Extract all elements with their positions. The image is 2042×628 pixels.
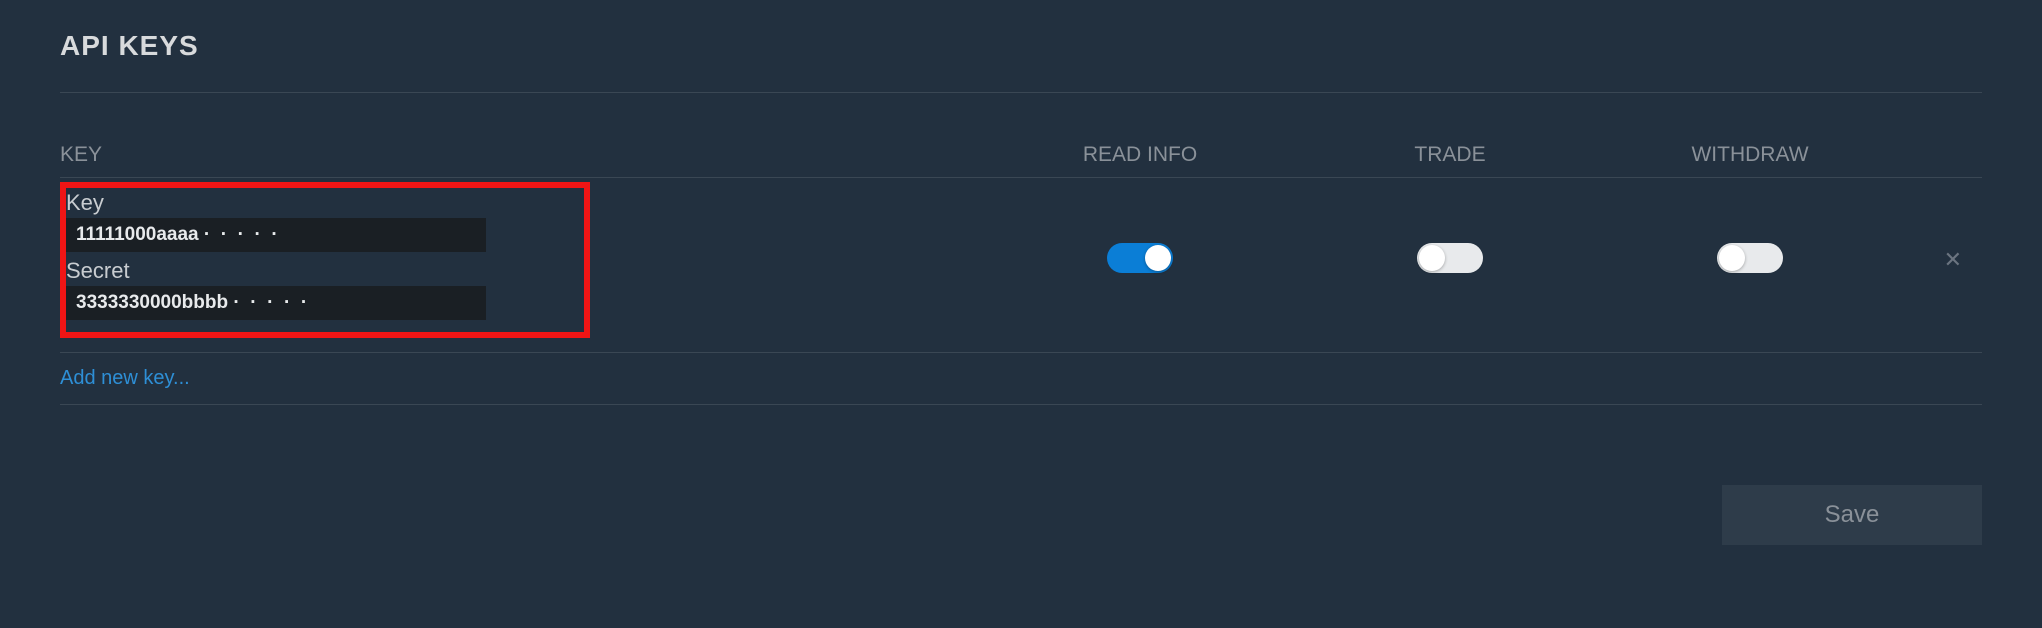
withdraw-toggle[interactable] <box>1717 243 1783 273</box>
column-key-header: KEY <box>60 143 102 166</box>
add-new-key-link[interactable]: Add new key... <box>60 367 190 389</box>
page-title: API KEYS <box>60 30 1982 93</box>
key-field-label: Key <box>66 190 578 216</box>
column-read-header: READ INFO <box>1083 143 1197 166</box>
close-icon[interactable]: ✕ <box>1944 249 1962 271</box>
key-input[interactable] <box>66 218 486 252</box>
key-secret-highlight: Key Secret <box>60 182 590 338</box>
column-withdraw-header: WITHDRAW <box>1691 143 1808 166</box>
secret-input[interactable] <box>66 286 486 320</box>
api-key-row: Key Secret <box>60 178 1982 352</box>
column-trade-header: TRADE <box>1414 143 1485 166</box>
secret-field-label: Secret <box>66 258 578 284</box>
trade-toggle[interactable] <box>1417 243 1483 273</box>
table-header: KEY READ INFO TRADE WITHDRAW <box>60 143 1982 178</box>
save-button[interactable]: Save <box>1722 485 1982 545</box>
read-info-toggle[interactable] <box>1107 243 1173 273</box>
